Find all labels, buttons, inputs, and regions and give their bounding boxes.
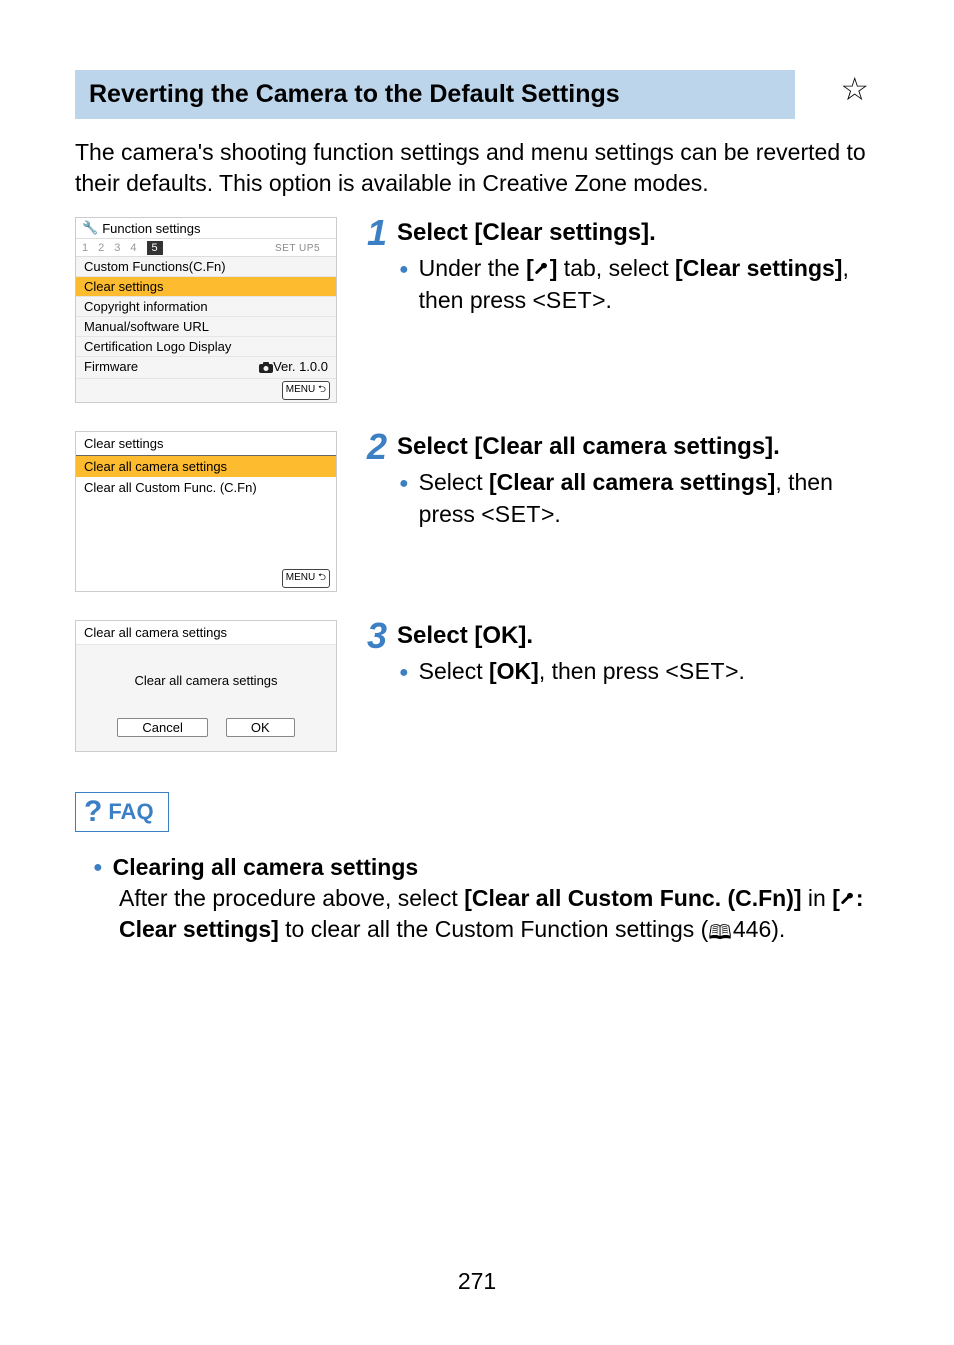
menu-item-manual-url[interactable]: Manual/software URL xyxy=(76,317,336,337)
step-2-heading: 2 Select [Clear all camera settings]. xyxy=(367,431,879,463)
cancel-button[interactable]: Cancel xyxy=(117,718,207,737)
faq-label: FAQ xyxy=(108,799,153,825)
tab-3[interactable]: 3 xyxy=(114,242,120,254)
question-mark-icon: ? xyxy=(84,795,102,829)
firmware-label: Firmware xyxy=(84,359,138,376)
intro-text: The camera's shooting function settings … xyxy=(75,137,879,199)
camera-menu-screenshot-2: Clear settings Clear all camera settings… xyxy=(75,431,337,592)
menu-item-cfn[interactable]: Custom Functions(C.Fn) xyxy=(76,257,336,277)
step-1-bullet: ● Under the [] tab, select [Clear settin… xyxy=(399,253,879,315)
menu-footer-2: MENU ⮌ xyxy=(76,566,336,591)
function-settings-label: Function settings xyxy=(102,221,200,236)
menu-tabs: 1 2 3 4 5 SET UP5 xyxy=(76,239,336,257)
wrench-icon xyxy=(840,892,856,908)
confirm-dialog-title: Clear all camera settings xyxy=(76,621,336,645)
step-number-2: 2 xyxy=(367,431,391,463)
step-1: 🔧 Function settings 1 2 3 4 5 SET UP5 Cu… xyxy=(75,217,879,403)
clear-all-cfn-item[interactable]: Clear all Custom Func. (C.Fn) xyxy=(76,477,336,498)
clear-settings-title: Clear settings xyxy=(76,432,336,455)
step-3: Clear all camera settings Clear all came… xyxy=(75,620,879,752)
tab-2[interactable]: 2 xyxy=(98,242,104,254)
tab-4[interactable]: 4 xyxy=(130,242,136,254)
menu-header: 🔧 Function settings xyxy=(76,218,336,239)
menu-item-copyright[interactable]: Copyright information xyxy=(76,297,336,317)
clear-all-camera-settings-item[interactable]: Clear all camera settings xyxy=(76,456,336,477)
menu-footer: MENU ⮌ xyxy=(76,379,336,402)
wrench-icon: 🔧 xyxy=(82,220,98,236)
book-icon: 🕮 xyxy=(708,920,732,947)
camera-menu-screenshot-3: Clear all camera settings Clear all came… xyxy=(75,620,337,752)
firmware-version: Ver. 1.0.0 xyxy=(259,359,328,376)
bullet-icon: ● xyxy=(93,859,103,877)
tab-5[interactable]: 5 xyxy=(147,241,163,255)
page-number: 271 xyxy=(0,1268,954,1295)
bullet-icon: ● xyxy=(399,662,409,687)
star-icon: ☆ xyxy=(840,70,869,108)
confirm-dialog-message: Clear all camera settings xyxy=(76,645,336,710)
step-2: Clear settings Clear all camera settings… xyxy=(75,431,879,592)
step-number-1: 1 xyxy=(367,217,391,249)
page-title: Reverting the Camera to the Default Sett… xyxy=(75,70,795,119)
step-2-bullet: ● Select [Clear all camera settings], th… xyxy=(399,467,879,529)
faq-header: ? FAQ xyxy=(75,792,169,832)
step-number-3: 3 xyxy=(367,620,391,652)
wrench-icon xyxy=(534,262,550,278)
bullet-icon: ● xyxy=(399,259,409,315)
step-1-heading: 1 Select [Clear settings]. xyxy=(367,217,879,249)
step-3-heading: 3 Select [OK]. xyxy=(367,620,879,652)
menu-item-firmware[interactable]: Firmware Ver. 1.0.0 xyxy=(76,357,336,379)
faq-item: ● Clearing all camera settings After the… xyxy=(93,854,879,947)
setup5-label: SET UP5 xyxy=(275,243,320,254)
faq-item-title: Clearing all camera settings xyxy=(113,854,419,881)
menu-badge[interactable]: MENU ⮌ xyxy=(282,569,330,588)
menu-item-clear-settings[interactable]: Clear settings xyxy=(76,277,336,297)
menu-badge[interactable]: MENU ⮌ xyxy=(282,381,330,400)
bullet-icon: ● xyxy=(399,473,409,529)
camera-menu-screenshot-1: 🔧 Function settings 1 2 3 4 5 SET UP5 Cu… xyxy=(75,217,337,403)
tab-1[interactable]: 1 xyxy=(82,242,88,254)
ok-button[interactable]: OK xyxy=(226,718,295,737)
camera-icon xyxy=(259,361,273,376)
menu-item-cert-logo[interactable]: Certification Logo Display xyxy=(76,337,336,357)
step-3-bullet: ● Select [OK], then press <SET>. xyxy=(399,656,879,687)
faq-item-body: After the procedure above, select [Clear… xyxy=(119,883,879,947)
